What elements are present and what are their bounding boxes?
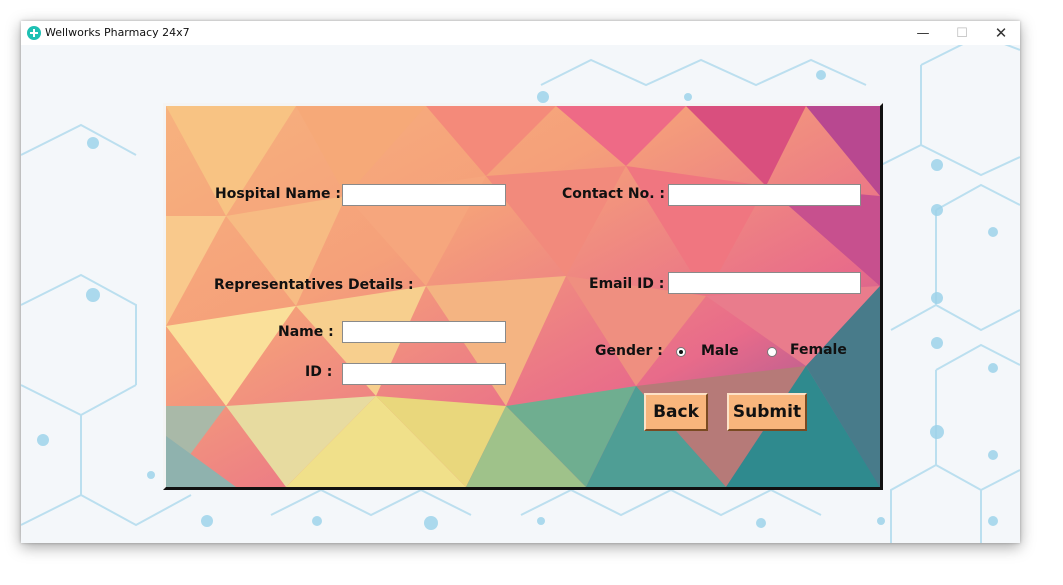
hospital-name-label: Hospital Name : xyxy=(215,186,342,202)
contact-no-input[interactable] xyxy=(668,184,861,206)
back-button[interactable]: Back xyxy=(644,393,708,431)
gender-female-radio[interactable] xyxy=(767,347,777,357)
representatives-details-label: Representatives Details : xyxy=(214,277,414,293)
close-icon[interactable]: ✕ xyxy=(981,21,1020,45)
window-title: Wellworks Pharmacy 24x7 xyxy=(45,26,190,39)
gender-female-label[interactable]: Female xyxy=(790,342,847,358)
gender-male-label[interactable]: Male xyxy=(701,343,739,359)
medical-cross-icon xyxy=(27,26,41,40)
gender-label: Gender : xyxy=(595,343,663,359)
contact-no-label: Contact No. : xyxy=(562,186,665,202)
submit-button[interactable]: Submit xyxy=(727,393,807,431)
maximize-icon[interactable]: ☐ xyxy=(942,21,982,45)
rep-name-input[interactable] xyxy=(342,321,506,343)
hospital-name-input[interactable] xyxy=(342,184,506,206)
rep-id-label: ID : xyxy=(305,364,333,380)
email-input[interactable] xyxy=(668,272,861,294)
email-label: Email ID : xyxy=(589,276,665,292)
gender-male-radio[interactable] xyxy=(676,347,686,357)
rep-name-label: Name : xyxy=(278,324,334,340)
registration-panel: Hospital Name : Contact No. : Representa… xyxy=(163,103,883,490)
app-window: Wellworks Pharmacy 24x7 — ☐ ✕ Hospital N… xyxy=(21,21,1020,543)
minimize-icon[interactable]: — xyxy=(903,21,943,45)
title-bar[interactable]: Wellworks Pharmacy 24x7 — ☐ ✕ xyxy=(21,21,1020,45)
rep-id-input[interactable] xyxy=(342,363,506,385)
